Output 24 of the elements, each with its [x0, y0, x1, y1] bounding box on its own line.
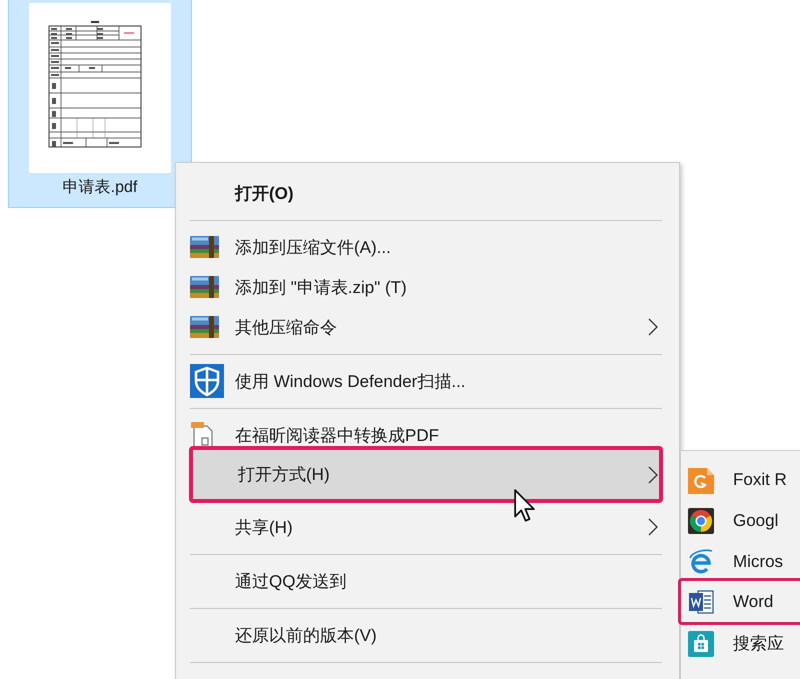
- letter-e-icon: [688, 548, 714, 574]
- menu-item[interactable]: Googl: [681, 500, 800, 541]
- file-item[interactable]: 申请表.pdf: [8, 0, 192, 208]
- book-stack-icon: [190, 236, 219, 258]
- menu-item[interactable]: 打开方式(H): [189, 446, 663, 503]
- menu-item[interactable]: 其他压缩命令: [176, 307, 679, 347]
- menu-item[interactable]: Word: [678, 578, 800, 625]
- menu-item[interactable]: 通过QQ发送到: [176, 561, 679, 601]
- document-tile-icon: [688, 466, 714, 494]
- menu-item[interactable]: 添加到压缩文件(A)...: [176, 227, 679, 267]
- shopping-bag-icon: [688, 630, 714, 656]
- round-logo-icon: [688, 508, 714, 534]
- book-stack-icon: [190, 316, 219, 338]
- menu-item[interactable]: 添加到 "申请表.zip" (T): [176, 267, 679, 307]
- document-w-icon: [688, 588, 714, 614]
- book-stack-icon: [190, 276, 219, 298]
- menu-item[interactable]: 使用 Windows Defender扫描...: [176, 361, 679, 401]
- mouse-pointer-icon: [514, 489, 535, 523]
- menu-item[interactable]: 搜索应: [681, 623, 800, 664]
- menu-item[interactable]: 还原以前的版本(V): [176, 615, 679, 655]
- menu-item[interactable]: 共享(H): [176, 507, 679, 547]
- file-name: 申请表.pdf: [62, 178, 138, 198]
- shield-icon: [190, 364, 224, 398]
- menu-item[interactable]: Foxit R: [681, 459, 800, 500]
